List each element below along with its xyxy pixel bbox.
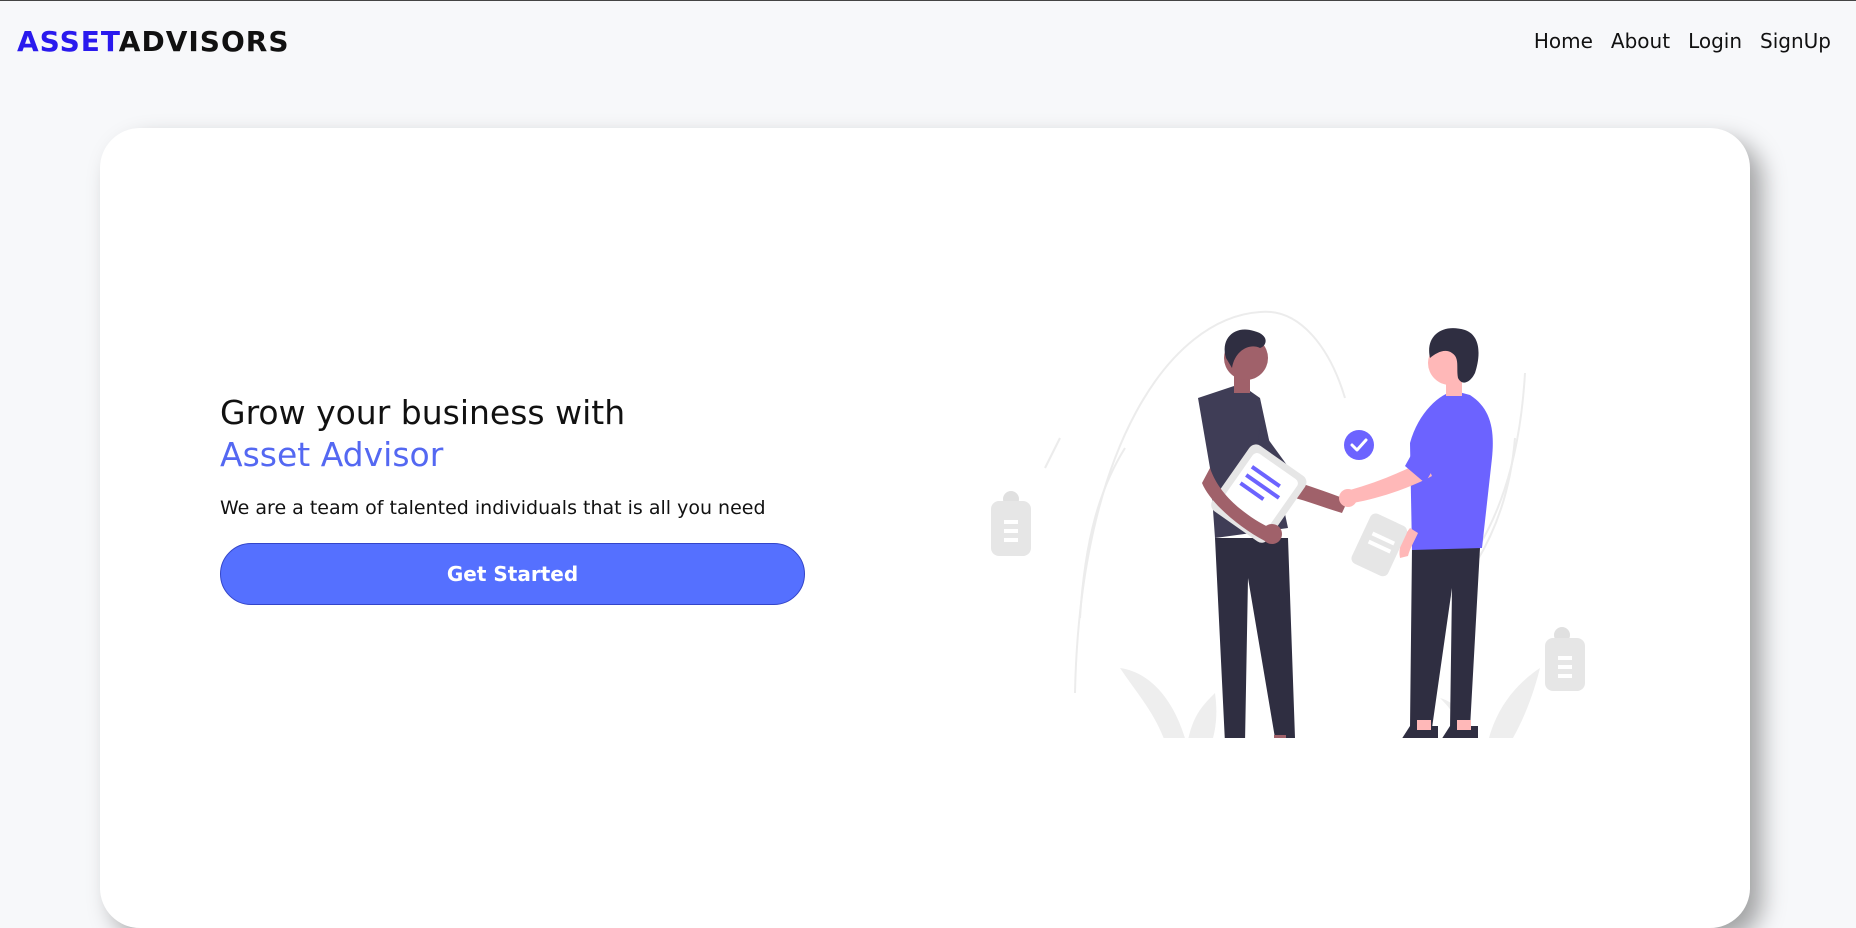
left-person [1198,329,1348,738]
hero-card: Grow your business with Asset Advisor We… [100,128,1750,928]
hero-title: Grow your business with Asset Advisor [220,392,625,476]
right-person [1339,328,1493,738]
clipboard-right-icon [1545,627,1585,691]
nav-links: Home About Login SignUp [1534,27,1831,55]
logo-part-asset: ASSET [17,25,119,58]
get-started-button[interactable]: Get Started [220,543,805,605]
nav-signup-link[interactable]: SignUp [1760,27,1831,55]
hero-title-line: Grow your business with [220,393,626,432]
navbar: ASSETADVISORS Home About Login SignUp [0,1,1856,81]
nav-about-link[interactable]: About [1611,27,1670,55]
nav-login-link[interactable]: Login [1688,27,1742,55]
hero-subtitle: We are a team of talented individuals th… [220,497,766,519]
handshake-illustration [991,310,1585,738]
clipboard-left-icon [991,491,1031,556]
logo-part-advisors: ADVISORS [118,25,290,58]
hero-title-brand: Asset Advisor [220,435,444,474]
site-logo[interactable]: ASSETADVISORS [17,25,290,59]
nav-home-link[interactable]: Home [1534,27,1593,55]
check-badge-icon [1344,430,1374,460]
